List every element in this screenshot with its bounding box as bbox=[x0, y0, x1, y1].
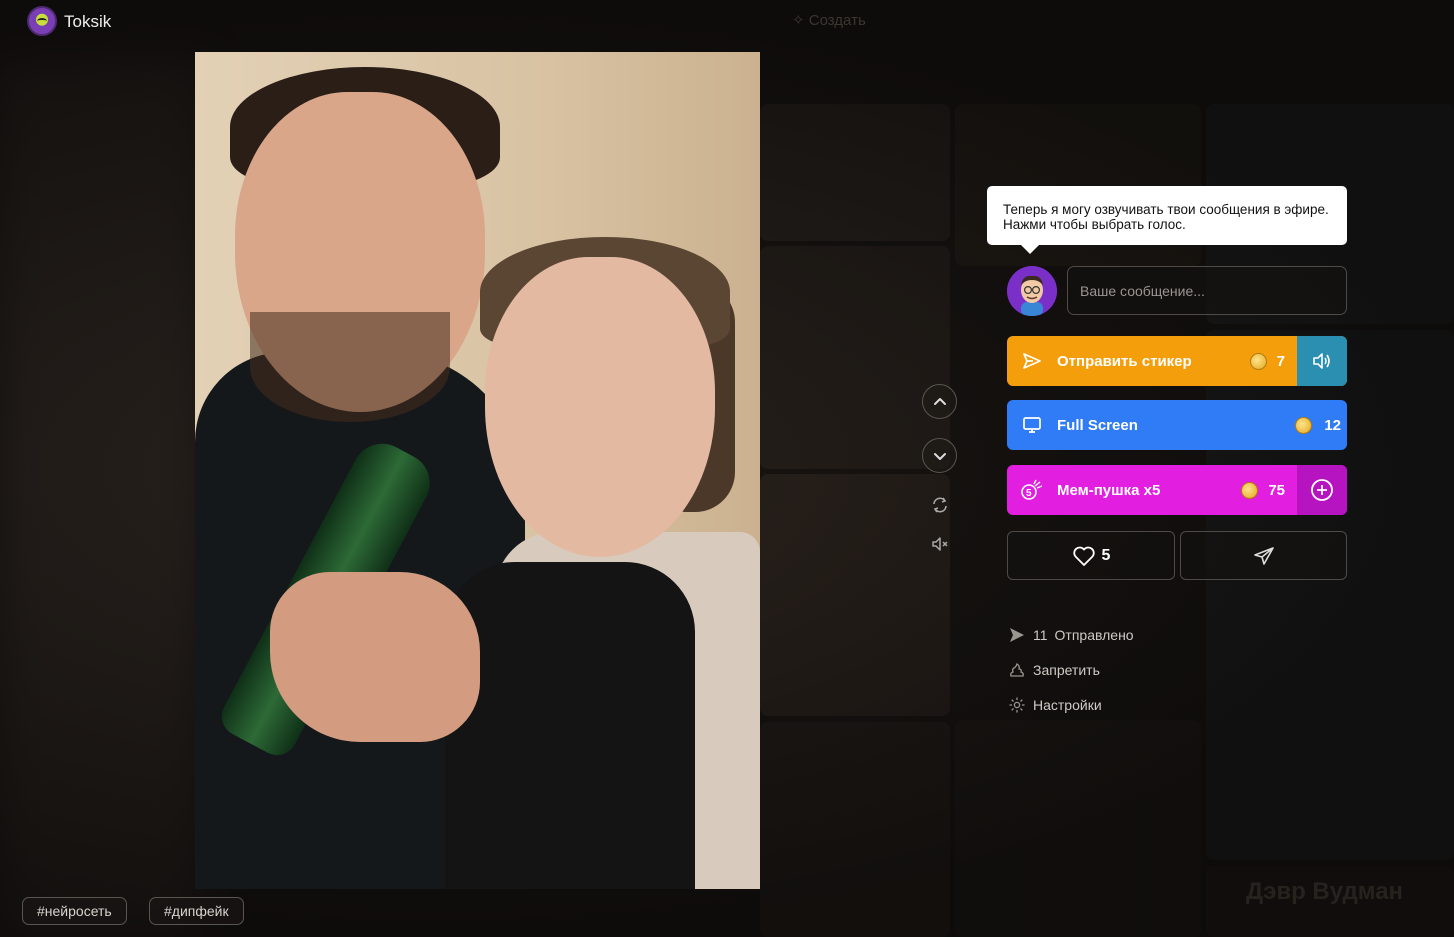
voice-tooltip[interactable]: Теперь я могу озвучивать твои сообщения … bbox=[987, 186, 1347, 254]
like-button[interactable]: 5 bbox=[1007, 531, 1175, 580]
mute-button[interactable] bbox=[929, 533, 951, 555]
paper-plane-icon bbox=[1253, 546, 1274, 565]
sent-count: 11 bbox=[1033, 627, 1048, 643]
coin-icon bbox=[1249, 352, 1267, 370]
gear-icon bbox=[1009, 697, 1025, 713]
previous-video-button[interactable] bbox=[922, 384, 957, 419]
tag-neural-network[interactable]: #нейросеть bbox=[22, 897, 127, 925]
coin-icon bbox=[1295, 416, 1313, 434]
plus-circle-icon bbox=[1311, 479, 1333, 501]
meme-cannon-icon: 5 bbox=[1007, 465, 1057, 515]
next-video-button[interactable] bbox=[922, 438, 957, 473]
chevron-down-icon bbox=[933, 452, 946, 460]
heart-icon bbox=[1072, 546, 1095, 566]
repeat-icon bbox=[933, 497, 947, 513]
video-player[interactable] bbox=[195, 52, 760, 889]
like-count: 5 bbox=[1101, 546, 1111, 564]
create-link[interactable]: ✧ Создать bbox=[792, 11, 866, 29]
toksik-logo-icon[interactable] bbox=[27, 6, 57, 36]
create-label: Создать bbox=[808, 12, 866, 29]
full-screen-price: 12 bbox=[1295, 416, 1347, 434]
monitor-icon bbox=[1007, 400, 1057, 450]
message-input[interactable] bbox=[1067, 266, 1347, 315]
muted-speaker-icon bbox=[932, 537, 948, 551]
settings-label: Настройки bbox=[1033, 697, 1102, 713]
send-sticker-button[interactable]: Отправить стикер 7 bbox=[1007, 336, 1347, 386]
tag-deepfake[interactable]: #дипфейк bbox=[149, 897, 244, 925]
full-screen-button[interactable]: Full Screen 12 bbox=[1007, 400, 1347, 450]
send-sticker-label: Отправить стикер bbox=[1057, 352, 1192, 370]
repeat-button[interactable] bbox=[929, 494, 951, 516]
poop-icon bbox=[1010, 662, 1024, 677]
meme-cannon-label: Мем-пушка x5 bbox=[1057, 481, 1161, 499]
coin-icon bbox=[1241, 481, 1259, 499]
meme-cannon-button[interactable]: 5 Мем-пушка x5 75 bbox=[1007, 465, 1347, 515]
meme-cannon-add-button[interactable] bbox=[1297, 465, 1347, 515]
chevron-up-icon bbox=[933, 397, 946, 405]
voice-avatar[interactable] bbox=[1007, 266, 1057, 316]
send-sticker-price: 7 bbox=[1249, 352, 1297, 370]
full-screen-label: Full Screen bbox=[1057, 416, 1138, 434]
brand-name[interactable]: Toksik bbox=[64, 12, 111, 32]
ban-label: Запретить bbox=[1033, 662, 1100, 678]
speaker-icon bbox=[1313, 353, 1330, 369]
ban-button[interactable]: Запретить bbox=[1008, 661, 1100, 679]
settings-button[interactable]: Настройки bbox=[1008, 696, 1102, 714]
sent-label: Отправлено bbox=[1054, 627, 1134, 643]
send-arrow-icon bbox=[1010, 628, 1024, 642]
svg-text:5: 5 bbox=[1026, 488, 1032, 499]
cartoon-avatar-icon bbox=[1007, 266, 1057, 316]
voice-toggle-button[interactable] bbox=[1297, 336, 1347, 386]
background-channel-name: Дэвр Вудман bbox=[1246, 878, 1404, 905]
sparkle-icon: ✧ bbox=[792, 12, 809, 29]
share-button[interactable] bbox=[1180, 531, 1347, 580]
top-bar: Toksik ✧ Создать bbox=[0, 0, 1454, 44]
meme-cannon-price: 75 bbox=[1241, 481, 1297, 499]
send-icon bbox=[1007, 336, 1057, 386]
sent-count-row: 11 Отправлено bbox=[1008, 626, 1134, 644]
